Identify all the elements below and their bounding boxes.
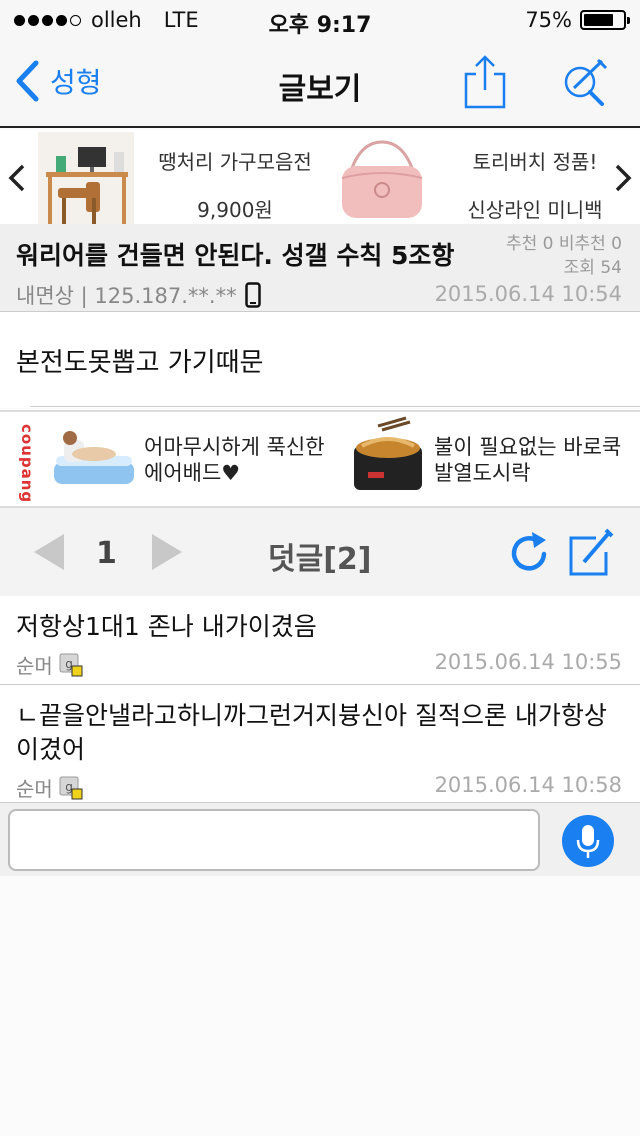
mobile-phone-icon [244, 282, 261, 308]
comment-count-title: 덧글[2] [268, 542, 372, 577]
member-badge-icon: g [59, 776, 83, 799]
search-edit-icon [564, 58, 608, 106]
previous-page-button[interactable] [32, 532, 66, 576]
ad-mid-item1-line2: 에어배드♥ [144, 461, 241, 485]
comment-date: 2015.06.14 10:58 [434, 773, 622, 797]
navigation-bar: 성형 글보기 [0, 40, 640, 128]
reply-input-bar [0, 802, 640, 876]
ad-mid-item1[interactable]: 어마무시하게 푹신한 에어배드♥ [144, 434, 325, 486]
comment-text: ㄴ끝을안낼라고하니까그런거지븅신아 질적으론 내가항상이겼어 [16, 701, 607, 764]
ad-mid-item2[interactable]: 불이 필요없는 바로쿡 발열도시락 [434, 434, 621, 486]
post-author: 내면상 | 125.187.**.** [16, 280, 261, 310]
refresh-icon [511, 532, 547, 571]
recommend-count: 추천 0 비추천 0 [505, 234, 622, 254]
write-comment-button[interactable] [568, 526, 614, 580]
ad-item2-name[interactable]: 토리버치 정품! [460, 146, 610, 175]
comment-date: 2015.06.14 10:55 [434, 650, 622, 674]
author-ip: 내면상 | 125.187.**.** [16, 284, 237, 308]
post-content: 본전도못뽑고 가기때문 [16, 348, 264, 378]
member-badge-icon: g [59, 653, 83, 676]
ad-mid-item2-line1: 불이 필요없는 바로쿡 [434, 435, 622, 459]
search-post-button[interactable] [562, 58, 610, 110]
post-body: 본전도못뽑고 가기때문 [0, 312, 640, 408]
airbed-image[interactable] [52, 426, 136, 500]
comment-toolbar: 1 덧글[2] [0, 508, 640, 596]
post-title: 워리어를 건들면 안된다. 성갤 수칙 5조항 [16, 241, 455, 270]
status-bar: olleh LTE 오후 9:17 75% [0, 0, 640, 40]
share-icon [464, 55, 506, 109]
battery-icon [580, 10, 630, 30]
refresh-button[interactable] [510, 530, 552, 578]
coupang-ad-banner[interactable]: coupang 어마무시하게 푹신한 에어배드♥ 불이 필요없는 바로쿡 발열도… [0, 410, 640, 508]
ad-item2-desc[interactable]: 신상라인 미니백 [460, 194, 610, 223]
status-right: 75% [525, 8, 630, 32]
page-number: 1 [96, 536, 117, 571]
battery-percent: 75% [525, 8, 572, 32]
chevron-right-icon [615, 164, 632, 192]
chevron-left-icon [8, 164, 25, 192]
post-header: 워리어를 건들면 안된다. 성갤 수칙 5조항 추천 0 비추천 0 조회 54… [0, 224, 640, 312]
comment-text: 저항상1대1 존나 내가이겼음 [16, 612, 317, 641]
comment-item[interactable]: ㄴ끝을안낼라고하니까그런거지븅신아 질적으론 내가항상이겼어 순머 g 2015… [0, 685, 640, 808]
next-page-button[interactable] [150, 532, 184, 576]
comment-list: 저항상1대1 존나 내가이겼음 순머 g 2015.06.14 10:55 ㄴ끝… [0, 596, 640, 808]
triangle-right-icon [152, 534, 182, 570]
view-count: 조회 54 [563, 258, 622, 278]
reply-input[interactable] [8, 809, 540, 871]
furniture-image[interactable] [38, 132, 134, 224]
comment-author-name: 순머 [16, 777, 53, 801]
ad-item1-price[interactable]: 9,900원 [150, 194, 320, 223]
ad-mid-item2-line2: 발열도시락 [434, 461, 531, 485]
bag-image[interactable] [332, 138, 432, 222]
lunchbox-image[interactable] [348, 416, 428, 504]
ad-next-button[interactable] [614, 164, 632, 196]
compose-icon [569, 528, 614, 576]
post-stats: 추천 0 비추천 0 조회 54 [506, 232, 622, 280]
ad-mid-item1-line1: 어마무시하게 푹신한 [144, 435, 325, 459]
post-date: 2015.06.14 10:54 [434, 282, 622, 306]
ad-item1-name[interactable]: 땡처리 가구모음전 [150, 146, 320, 175]
voice-input-button[interactable] [562, 815, 614, 867]
microphone-icon [576, 825, 600, 858]
comment-author: 순머 g [16, 773, 83, 802]
top-ad-banner[interactable]: 땡처리 가구모음전 9,900원 토리버치 정품! 신상라인 미니백 [0, 130, 640, 224]
comment-author: 순머 g [16, 650, 83, 679]
comment-author-name: 순머 [16, 654, 53, 678]
coupang-logo: coupang [18, 424, 36, 504]
triangle-left-icon [34, 534, 64, 570]
ad-prev-button[interactable] [8, 164, 26, 196]
divider [30, 406, 640, 407]
comment-item[interactable]: 저항상1대1 존나 내가이겼음 순머 g 2015.06.14 10:55 [0, 596, 640, 685]
share-button[interactable] [464, 54, 506, 114]
page-title: 글보기 [278, 72, 362, 107]
